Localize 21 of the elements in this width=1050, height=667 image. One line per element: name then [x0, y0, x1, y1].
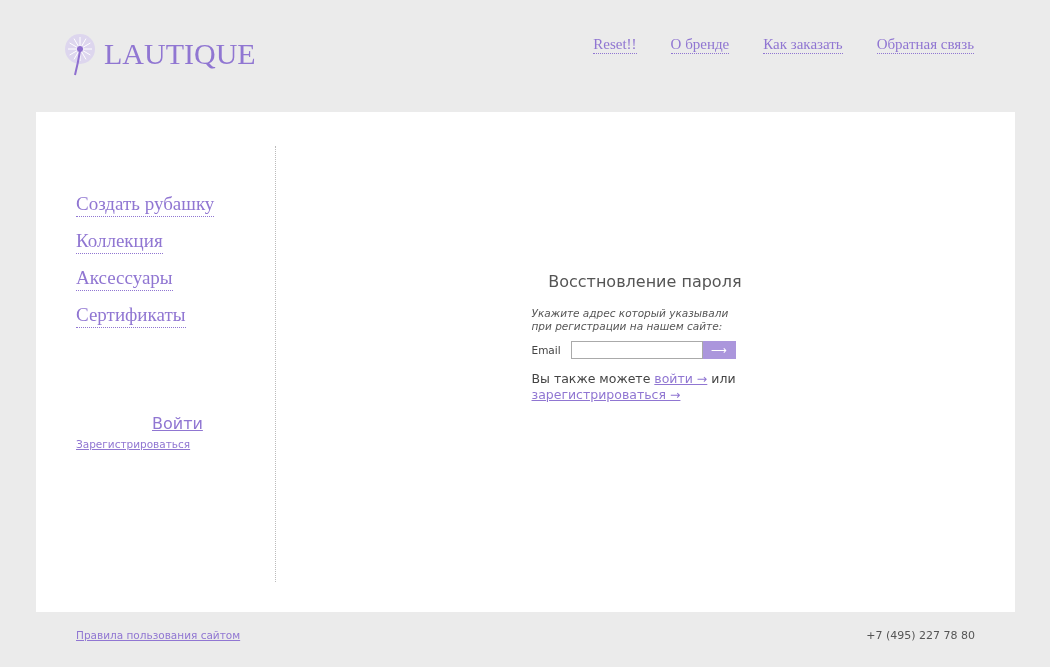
email-label: Email — [531, 344, 562, 356]
alternatives-text: Вы также можете войти → или зарегистрироваться → — [531, 371, 737, 403]
form-title: Восстновление пароля — [547, 272, 742, 291]
submit-button[interactable]: ⟶ — [702, 341, 736, 359]
register-link[interactable]: Зарегистрироваться — [76, 438, 191, 450]
menu-link[interactable]: Коллекция — [76, 229, 163, 254]
login-link[interactable]: войти → — [654, 371, 708, 386]
email-field[interactable] — [570, 341, 703, 359]
hint-text: Укажите адрес который указывали при регистрации на нашем сайте: — [531, 307, 730, 333]
nav-link[interactable]: Reset!! — [593, 36, 637, 54]
register-link[interactable]: зарегистрироваться → — [531, 387, 681, 402]
menu-link[interactable]: Создать рубашку — [76, 192, 215, 217]
menu-link[interactable]: Аксессуары — [76, 266, 173, 291]
logo-text: LAUTIQUE — [104, 37, 256, 71]
nav-link[interactable]: О бренде — [670, 36, 730, 54]
login-link[interactable]: Войти — [152, 414, 203, 433]
rules-link[interactable]: Правила пользования сайтом — [76, 629, 241, 642]
nav-link[interactable]: Обратная связь — [876, 36, 974, 54]
nav-link[interactable]: Как заказать — [763, 36, 843, 54]
menu-link[interactable]: Сертификаты — [76, 303, 186, 328]
phone-number: +7 (495) 227 78 80 — [866, 629, 975, 642]
